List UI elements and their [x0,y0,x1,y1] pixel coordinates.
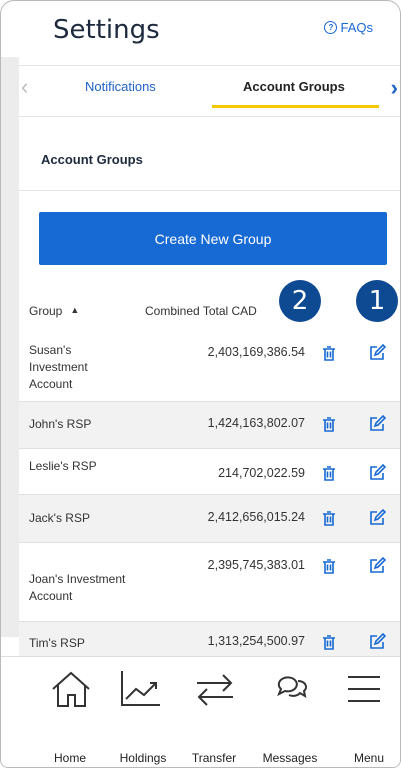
chevron-right-icon[interactable]: › [391,75,398,101]
table-row: Joan's Investment Account 2,395,745,383.… [19,543,400,622]
header: Settings ? FAQs [1,1,400,57]
edit-icon[interactable] [369,464,386,481]
edit-icon[interactable] [369,344,386,361]
table-row: Leslie's RSP 214,702,022.59 [19,449,400,495]
group-total: 2,412,656,015.24 [207,510,305,524]
chat-bubbles-icon [277,676,307,699]
tab-bar: ‹ Notifications Account Groups › [19,65,400,110]
table-row: Susan's Investment Account 2,403,169,386… [19,329,400,402]
callout-badge-1: 1 [356,280,398,322]
group-total: 1,313,254,500.97 [207,634,305,648]
trash-icon[interactable] [322,346,336,361]
group-total: 1,424,163,802.07 [207,416,305,430]
trash-icon[interactable] [322,559,336,574]
page-title: Settings [53,15,160,45]
nav-label: Menu [353,751,385,765]
edit-icon[interactable] [369,557,386,574]
nav-home[interactable]: Home [43,657,113,767]
group-name: Tim's RSP [29,636,85,650]
trash-icon[interactable] [322,511,336,526]
main-content: Account Groups Create New Group Group ▲ C… [19,108,400,663]
left-rail [1,57,19,637]
column-header-group[interactable]: Group ▲ [29,304,79,318]
nav-label: Messages [262,751,318,765]
trash-icon[interactable] [322,466,336,481]
home-icon [52,671,90,707]
question-icon: ? [324,21,338,34]
trash-icon[interactable] [322,635,336,650]
group-name: Leslie's RSP [29,459,97,473]
table-header: Group ▲ Combined Total CAD [19,298,400,328]
group-table: Susan's Investment Account 2,403,169,386… [19,329,400,663]
phone-frame: Settings ? FAQs ‹ Notifications Account … [0,0,401,768]
tab-notifications[interactable]: Notifications [85,79,156,94]
group-name: Jack's RSP [29,511,90,525]
chevron-left-icon[interactable]: ‹ [21,74,28,100]
hamburger-menu-icon [348,676,380,702]
nav-label: Transfer [191,751,237,765]
bottom-navigation: Home Holdings Transfer Messages Menu [1,656,400,767]
group-name: Joan's Investment Account [29,572,126,603]
column-header-total[interactable]: Combined Total CAD [145,304,257,318]
group-total: 2,395,745,383.01 [207,558,305,572]
nav-menu[interactable]: Menu [326,657,396,767]
nav-label: Home [53,751,86,765]
transfer-arrows-icon [197,674,233,706]
column-header-group-label: Group [29,304,63,318]
table-row: John's RSP 1,424,163,802.07 [19,402,400,449]
faq-label: FAQs [340,20,373,35]
group-name: Susan's Investment Account [29,343,88,391]
group-total: 2,403,169,386.54 [207,345,305,359]
faq-link[interactable]: ? FAQs [324,20,373,35]
group-name: John's RSP [29,417,92,431]
sort-ascending-icon: ▲ [70,305,80,315]
group-total: 214,702,022.59 [218,466,305,480]
nav-messages[interactable]: Messages [255,657,325,767]
tab-account-groups[interactable]: Account Groups [243,79,345,94]
nav-label: Holdings [119,751,167,765]
create-new-group-button[interactable]: Create New Group [39,212,387,265]
table-row: Jack's RSP 2,412,656,015.24 [19,495,400,543]
divider [19,190,400,191]
nav-holdings[interactable]: Holdings [108,657,178,767]
chart-trend-icon [121,671,160,706]
edit-icon[interactable] [369,633,386,650]
trash-icon[interactable] [322,417,336,432]
callout-badge-2: 2 [279,280,321,322]
nav-transfer[interactable]: Transfer [179,657,249,767]
edit-icon[interactable] [369,509,386,526]
edit-icon[interactable] [369,415,386,432]
section-title: Account Groups [41,152,143,167]
divider [19,116,400,117]
